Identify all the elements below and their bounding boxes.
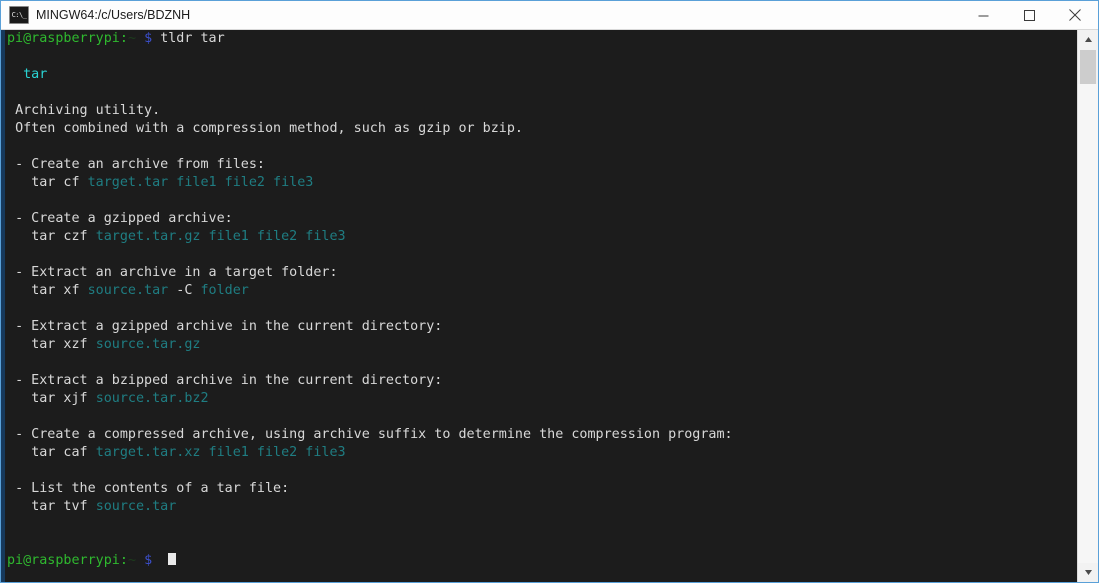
prompt-dollar: $ bbox=[144, 31, 153, 46]
prompt-user-host: pi@raspberrypi: bbox=[7, 31, 128, 46]
description-text: Archiving utility. bbox=[15, 103, 161, 118]
example-command: tar xzf source.tar.gz bbox=[5, 336, 1077, 354]
example-description-text: - List the contents of a tar file: bbox=[15, 481, 290, 496]
command-name: tar czf bbox=[31, 229, 96, 244]
example-command: tar tvf source.tar bbox=[5, 498, 1077, 516]
command-heading: tar bbox=[5, 66, 1077, 84]
console-icon: C:\_ bbox=[9, 6, 29, 24]
example-description: - Create a compressed archive, using arc… bbox=[5, 426, 1077, 444]
close-button[interactable] bbox=[1052, 1, 1098, 29]
description-line: Often combined with a compression method… bbox=[5, 120, 1077, 138]
typed-command: tldr tar bbox=[160, 31, 225, 46]
example-command: tar cf target.tar file1 file2 file3 bbox=[5, 174, 1077, 192]
example-command: tar caf target.tar.xz file1 file2 file3 bbox=[5, 444, 1077, 462]
command-flag: -C bbox=[168, 283, 201, 298]
example-command: tar xjf source.tar.bz2 bbox=[5, 390, 1077, 408]
prompt-path: ~ bbox=[127, 31, 136, 46]
minimize-button[interactable] bbox=[960, 1, 1006, 29]
titlebar[interactable]: C:\_ MINGW64:/c/Users/BDZNH bbox=[1, 1, 1098, 30]
command-name: tar tvf bbox=[31, 499, 96, 514]
prompt-dollar: $ bbox=[144, 553, 153, 568]
example-description: - Create an archive from files: bbox=[5, 156, 1077, 174]
command-argument: target.tar file1 file2 file3 bbox=[87, 175, 314, 190]
scrollbar-track[interactable] bbox=[1078, 84, 1098, 563]
command-argument: folder bbox=[200, 283, 249, 298]
example-description: - Extract an archive in a target folder: bbox=[5, 264, 1077, 282]
example-description-text: - Create a gzipped archive: bbox=[15, 211, 233, 226]
scroll-up-arrow-icon[interactable] bbox=[1078, 30, 1098, 49]
example-description-text: - Create a compressed archive, using arc… bbox=[15, 427, 733, 442]
command-name: tar caf bbox=[31, 445, 96, 460]
scroll-down-arrow-icon[interactable] bbox=[1078, 563, 1098, 582]
description-line: Archiving utility. bbox=[5, 102, 1077, 120]
command-heading-text: tar bbox=[23, 67, 48, 82]
example-description: - Extract a gzipped archive in the curre… bbox=[5, 318, 1077, 336]
example-description-text: - Create an archive from files: bbox=[15, 157, 265, 172]
prompt-path: ~ bbox=[127, 553, 136, 568]
prompt-user-host: pi@raspberrypi: bbox=[7, 553, 128, 568]
example-command: tar xf source.tar -C folder bbox=[5, 282, 1077, 300]
window-title: MINGW64:/c/Users/BDZNH bbox=[36, 8, 191, 22]
terminal-window: C:\_ MINGW64:/c/Users/BDZNH pi@raspberry… bbox=[0, 0, 1099, 583]
terminal-prompt-line: pi@raspberrypi:~ $ tldr tar bbox=[5, 30, 1077, 48]
command-argument: source.tar.gz bbox=[95, 337, 201, 352]
example-description: - Create a gzipped archive: bbox=[5, 210, 1077, 228]
terminal-area[interactable]: pi@raspberrypi:~ $ tldr tar tar Archivin… bbox=[1, 30, 1098, 582]
description-text: Often combined with a compression method… bbox=[15, 121, 523, 136]
vertical-scrollbar[interactable] bbox=[1077, 30, 1098, 582]
example-description: - Extract a bzipped archive in the curre… bbox=[5, 372, 1077, 390]
command-argument: source.tar.bz2 bbox=[95, 391, 209, 406]
example-description-text: - Extract a bzipped archive in the curre… bbox=[15, 373, 443, 388]
command-name: tar cf bbox=[31, 175, 88, 190]
command-name: tar xzf bbox=[31, 337, 96, 352]
command-argument: target.tar.gz file1 file2 file3 bbox=[95, 229, 346, 244]
command-argument: target.tar.xz file1 file2 file3 bbox=[95, 445, 346, 460]
command-name: tar xf bbox=[31, 283, 88, 298]
terminal-prompt-line-active: pi@raspberrypi:~ $ bbox=[5, 552, 1077, 570]
command-argument: source.tar bbox=[95, 499, 177, 514]
scrollbar-thumb[interactable] bbox=[1080, 50, 1096, 84]
text-cursor bbox=[168, 553, 177, 565]
terminal-output[interactable]: pi@raspberrypi:~ $ tldr tar tar Archivin… bbox=[5, 30, 1077, 582]
example-command: tar czf target.tar.gz file1 file2 file3 bbox=[5, 228, 1077, 246]
example-description-text: - Extract an archive in a target folder: bbox=[15, 265, 338, 280]
command-argument: source.tar bbox=[87, 283, 169, 298]
example-description-text: - Extract a gzipped archive in the curre… bbox=[15, 319, 443, 334]
command-name: tar xjf bbox=[31, 391, 96, 406]
example-description: - List the contents of a tar file: bbox=[5, 480, 1077, 498]
maximize-button[interactable] bbox=[1006, 1, 1052, 29]
